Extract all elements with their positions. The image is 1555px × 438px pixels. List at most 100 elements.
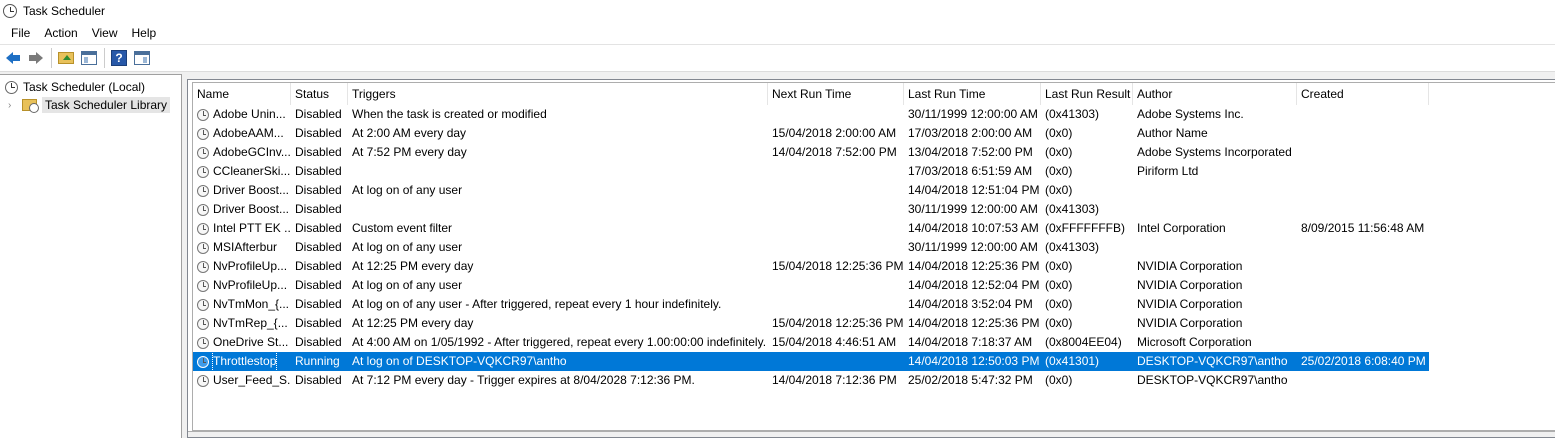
cell-author [1133,238,1297,257]
tree-item-task-scheduler-local[interactable]: Task Scheduler (Local) [0,78,181,96]
task-clock-icon [197,108,209,121]
cell-author: NVIDIA Corporation [1137,316,1243,330]
cell-created [1297,333,1429,352]
cell-name: Adobe Unin... [193,105,291,124]
cell-next-run-time [768,352,904,371]
cell-created [1297,371,1429,390]
task-row[interactable]: Intel PTT EK ... Disabled Custom event fil… [193,219,1555,238]
task-name-text: NvTmMon_{... [213,297,290,311]
cell-author: DESKTOP-VQKCR97\antho [1137,373,1288,387]
cell-last-run-time: 17/03/2018 6:51:59 AM [908,164,1033,178]
cell-created [1297,295,1429,314]
cell-name: AdobeGCInv... [193,143,291,162]
back-button[interactable] [3,48,23,68]
column-header-last-run-result[interactable]: Last Run Result [1041,83,1133,105]
task-row[interactable]: AdobeGCInv... Disabled At 7:52 PM every da… [193,143,1555,162]
cell-status: Disabled [295,145,342,159]
cell-created: 8/09/2015 11:56:48 AM [1301,221,1425,235]
cell-last-run-result: (0x0) [1045,145,1073,159]
cell-next-run-time [768,219,904,238]
task-list: Name Status Triggers Next Run Time Last … [192,82,1555,431]
task-row[interactable]: Adobe Unin... Disabled When the task is cr… [193,105,1555,124]
menu-help[interactable]: Help [125,24,164,42]
cell-triggers [348,162,768,181]
menu-action[interactable]: Action [37,24,84,42]
task-clock-icon [197,298,209,311]
horizontal-scrollbar[interactable] [188,431,1555,437]
menu-view[interactable]: View [85,24,125,42]
cell-last-run-result: (0x8004EE04) [1045,335,1122,349]
task-row[interactable]: NvProfileUp... Disabled At 12:25 PM every … [193,257,1555,276]
menu-bar: File Action View Help [0,22,1555,44]
show-hide-console-tree-button[interactable] [79,48,99,68]
cell-name: MSIAfterbur [193,238,291,257]
column-header-author[interactable]: Author [1133,83,1297,105]
cell-status: Disabled [295,373,342,387]
menu-file[interactable]: File [4,24,37,42]
cell-status: Disabled [295,202,342,216]
cell-status: Disabled [295,316,342,330]
cell-triggers: At 12:25 PM every day [352,259,474,273]
cell-last-run-result: (0x41303) [1045,202,1100,216]
column-header-next-run-time[interactable]: Next Run Time [768,83,904,105]
task-clock-icon [197,127,209,140]
cell-triggers [348,200,768,219]
task-row[interactable]: NvTmRep_{... Disabled At 12:25 PM every da… [193,314,1555,333]
cell-last-run-result: (0x0) [1045,316,1073,330]
help-button[interactable]: ? [109,48,129,68]
cell-name: NvProfileUp... [193,257,291,276]
show-hide-action-pane-button[interactable] [132,48,152,68]
cell-status: Disabled [295,297,342,311]
task-row[interactable]: NvTmMon_{... Disabled At log on of any use… [193,295,1555,314]
task-clock-icon [197,184,209,197]
expand-chevron-icon[interactable]: › [8,100,18,111]
task-row[interactable]: Throttlestop Running At log on of DESKTOP-… [193,352,1429,371]
cell-author: Microsoft Corporation [1137,335,1252,349]
cell-triggers: At 7:12 PM every day - Trigger expires a… [352,373,695,387]
cell-status: Disabled [295,278,342,292]
task-row[interactable]: MSIAfterbur Disabled At log on of any user… [193,238,1555,257]
column-header-triggers[interactable]: Triggers [348,83,768,105]
task-clock-icon [197,336,209,349]
task-row[interactable]: NvProfileUp... Disabled At log on of any u… [193,276,1555,295]
column-header-last-run-time[interactable]: Last Run Time [904,83,1041,105]
column-header-status[interactable]: Status [291,83,348,105]
cell-last-run-result: (0x0) [1045,183,1073,197]
task-name-text: MSIAfterbur [213,240,278,254]
tree-item-task-scheduler-library[interactable]: › Task Scheduler Library [0,96,181,114]
cell-created [1297,105,1429,124]
task-name-text: Driver Boost... [213,183,290,197]
task-row[interactable]: AdobeAAM... Disabled At 2:00 AM every day 1… [193,124,1555,143]
task-name-text: Adobe Unin... [213,107,286,121]
task-name-text: Driver Boost... [213,202,290,216]
task-clock-icon [197,317,209,330]
forward-arrow-icon [29,52,43,64]
column-header-created[interactable]: Created [1297,83,1429,105]
cell-next-run-time: 15/04/2018 2:00:00 AM [772,126,897,140]
cell-last-run-result: (0x0) [1045,278,1073,292]
cell-name: User_Feed_S... [193,371,291,390]
column-header-name[interactable]: Name [193,83,291,105]
task-name-text: AdobeGCInv... [213,145,291,159]
task-clock-icon [197,241,209,254]
cell-last-run-time: 14/04/2018 12:25:36 PM [908,316,1040,330]
cell-author: DESKTOP-VQKCR97\antho [1137,354,1288,368]
forward-button[interactable] [26,48,46,68]
toolbar-separator [104,48,105,68]
up-one-level-button[interactable] [56,48,76,68]
cell-last-run-result: (0xFFFFFFFB) [1045,221,1125,235]
cell-last-run-result: (0x0) [1045,297,1073,311]
cell-name: CCleanerSki... [193,162,291,181]
cell-created [1297,276,1429,295]
task-row[interactable]: Driver Boost... Disabled 30/11/1999 12:00:… [193,200,1555,219]
task-row[interactable]: User_Feed_S... Disabled At 7:12 PM every d… [193,371,1555,390]
cell-next-run-time: 15/04/2018 12:25:36 PM [772,316,904,330]
cell-triggers: At log on of any user [352,240,463,254]
cell-triggers: At 12:25 PM every day [352,316,474,330]
task-row[interactable]: OneDrive St... Disabled At 4:00 AM on 1/05… [193,333,1555,352]
cell-last-run-time: 30/11/1999 12:00:00 AM [908,240,1038,254]
task-row[interactable]: Driver Boost... Disabled At log on of any … [193,181,1555,200]
task-row[interactable]: CCleanerSki... Disabled 17/03/2018 6:51:59… [193,162,1555,181]
task-name-text: Throttlestop [211,352,278,371]
cell-author [1133,200,1297,219]
